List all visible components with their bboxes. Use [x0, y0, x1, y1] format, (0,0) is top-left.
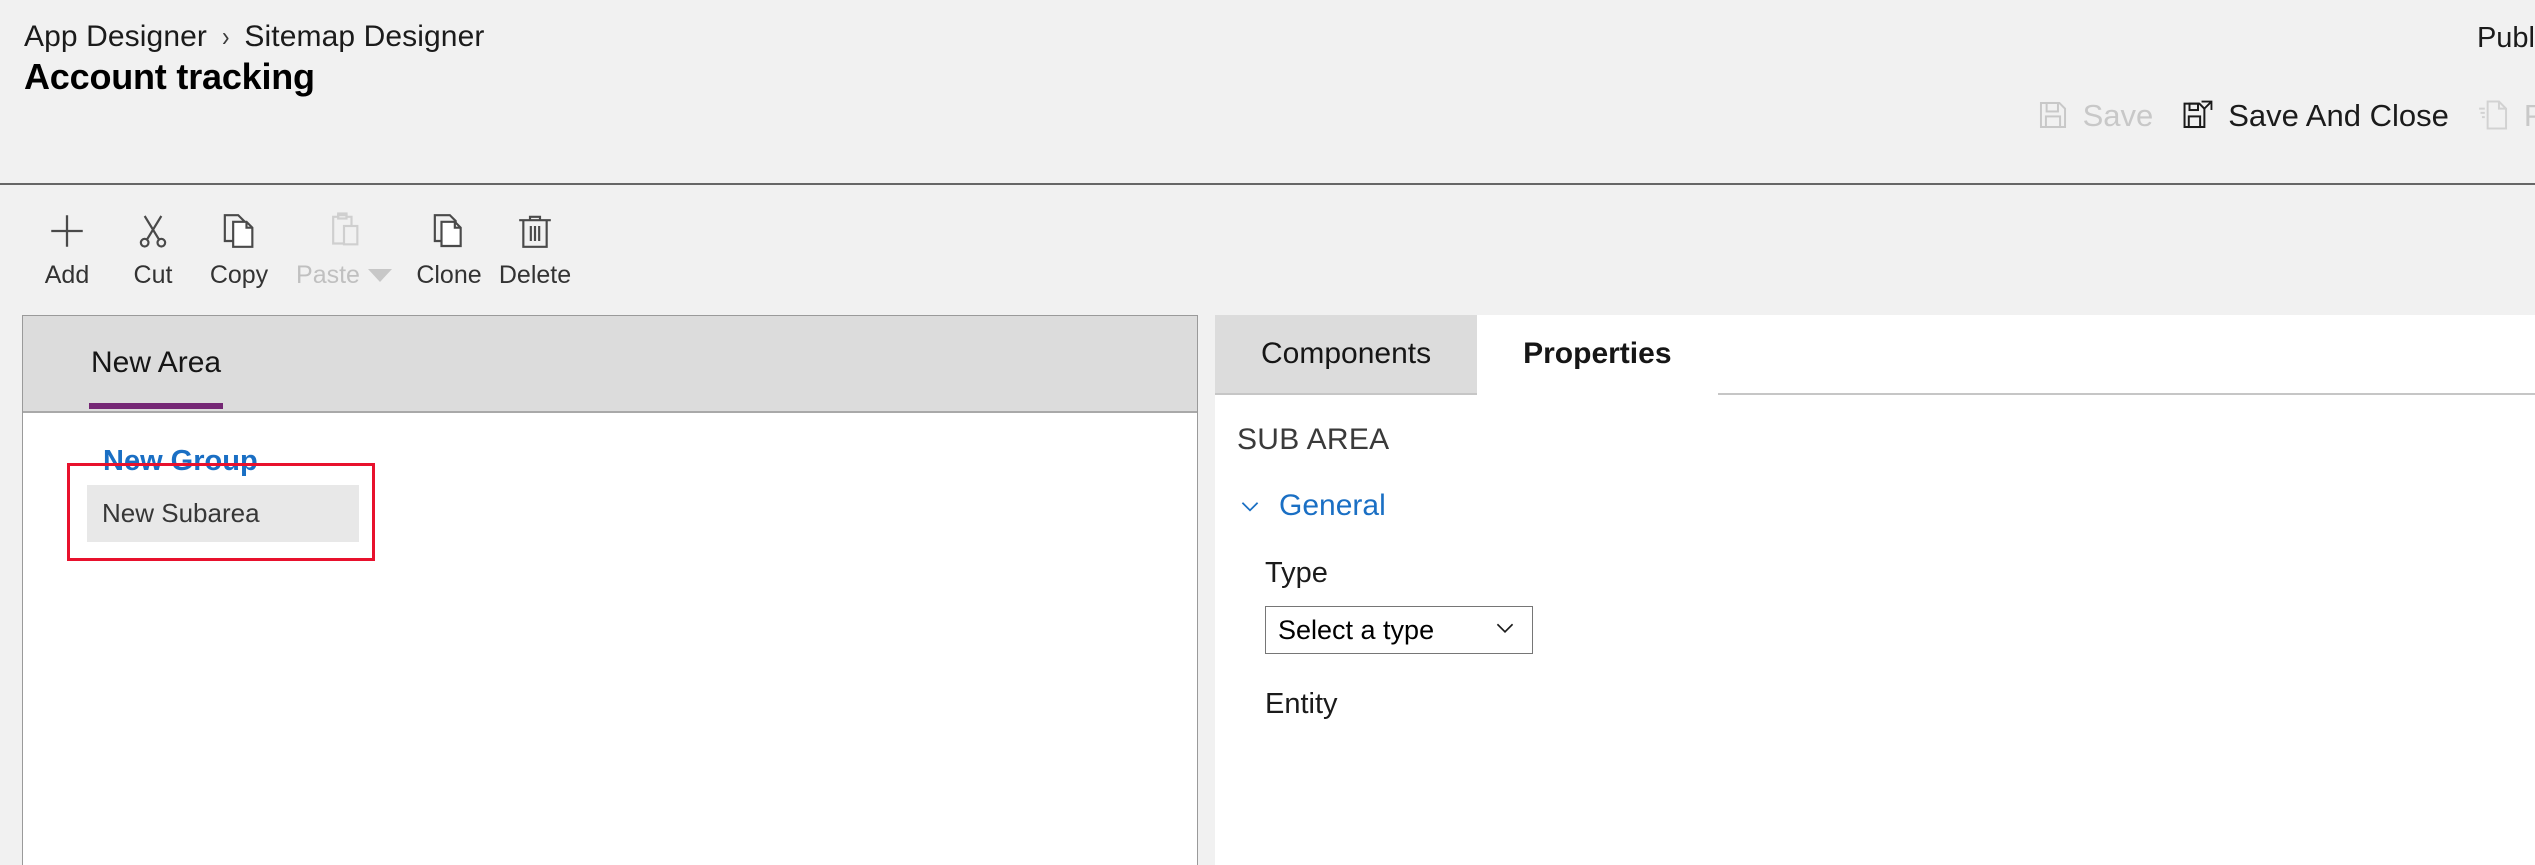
panel-body: SUB AREA General Type Select a type Enti… — [1215, 395, 2535, 721]
type-select[interactable]: Select a type — [1265, 606, 1533, 654]
chevron-down-icon — [1237, 493, 1263, 519]
panel-tab-strip: Components Properties — [1215, 315, 2535, 395]
toolbar-button-paste[interactable]: Paste — [282, 187, 406, 290]
subarea-tile-new-subarea[interactable]: New Subarea — [87, 485, 359, 542]
toolbar-button-copy-label: Copy — [209, 261, 269, 289]
toolbar-button-add[interactable]: Add — [24, 187, 110, 290]
active-tab-indicator — [89, 403, 224, 409]
tab-properties[interactable]: Properties — [1477, 315, 1718, 395]
breadcrumb: App Designer › Sitemap Designer — [24, 20, 484, 54]
tab-components-label: Components — [1261, 337, 1432, 370]
save-and-close-button[interactable]: Save And Close — [2167, 92, 2463, 138]
clone-icon — [429, 209, 469, 253]
type-select-value: Select a type — [1278, 614, 1435, 645]
publish-button-label: Pub — [2523, 97, 2535, 133]
chevron-down-icon — [1492, 615, 1518, 646]
save-button-label: Save — [2082, 97, 2154, 133]
toolbar-button-add-label: Add — [44, 261, 90, 289]
paste-label-text: Paste — [296, 261, 360, 289]
breadcrumb-item-sitemap-designer[interactable]: Sitemap Designer — [244, 20, 484, 54]
toolbar-button-copy[interactable]: Copy — [196, 187, 282, 290]
chevron-down-icon[interactable] — [367, 269, 392, 282]
tab-properties-label: Properties — [1523, 337, 1672, 370]
field-type: Type Select a type — [1237, 557, 2535, 654]
area-tab-new-area[interactable]: New Area — [79, 316, 233, 409]
section-header-general-label: General — [1279, 489, 1386, 522]
toolbar-button-paste-label: Paste — [296, 261, 392, 290]
sitemap-canvas: New Area New Group New Subarea — [22, 315, 1198, 865]
toolbar-button-clone-label: Clone — [416, 261, 482, 289]
field-entity: Entity — [1237, 688, 2535, 721]
command-bar: Save Save And Close P — [2022, 92, 2535, 138]
toolbar-button-delete[interactable]: Delete — [492, 187, 578, 290]
publish-button[interactable]: Pub — [2463, 92, 2535, 138]
toolbar-button-clone[interactable]: Clone — [406, 187, 492, 290]
toolbar-button-delete-label: Delete — [498, 261, 572, 289]
save-and-close-button-label: Save And Close — [2228, 97, 2449, 133]
copy-icon — [219, 209, 259, 253]
tab-components[interactable]: Components — [1215, 315, 1478, 393]
save-and-close-icon — [2181, 98, 2215, 132]
field-entity-label: Entity — [1265, 688, 1338, 720]
panel-heading: SUB AREA — [1237, 423, 1390, 456]
area-tab-label: New Area — [91, 345, 222, 379]
section-header-general[interactable]: General — [1237, 489, 2535, 523]
toolbar-button-cut[interactable]: Cut — [110, 187, 196, 290]
publish-icon — [2477, 98, 2511, 132]
breadcrumb-separator-icon: › — [221, 21, 230, 52]
breadcrumb-item-app-designer[interactable]: App Designer — [24, 20, 207, 54]
save-icon — [2036, 98, 2070, 132]
trash-icon — [515, 209, 555, 253]
page-title: Account tracking — [24, 56, 315, 97]
app-header: App Designer › Sitemap Designer Account … — [0, 0, 2535, 185]
action-toolbar: Add Cut Copy Paste Clone Delete — [0, 187, 2535, 312]
clipboard-icon — [324, 209, 364, 253]
plus-icon — [46, 209, 88, 253]
save-button[interactable]: Save — [2022, 92, 2168, 138]
group-container: New Group New Subarea — [23, 413, 1197, 561]
publish-status-text: Publ — [2476, 22, 2535, 54]
subarea-label: New Subarea — [102, 498, 260, 528]
field-type-label: Type — [1265, 557, 1328, 589]
properties-panel: Components Properties SUB AREA General T… — [1215, 315, 2535, 865]
scissors-icon — [133, 209, 173, 253]
toolbar-button-cut-label: Cut — [133, 261, 173, 289]
area-tab-strip: New Area — [23, 316, 1197, 413]
